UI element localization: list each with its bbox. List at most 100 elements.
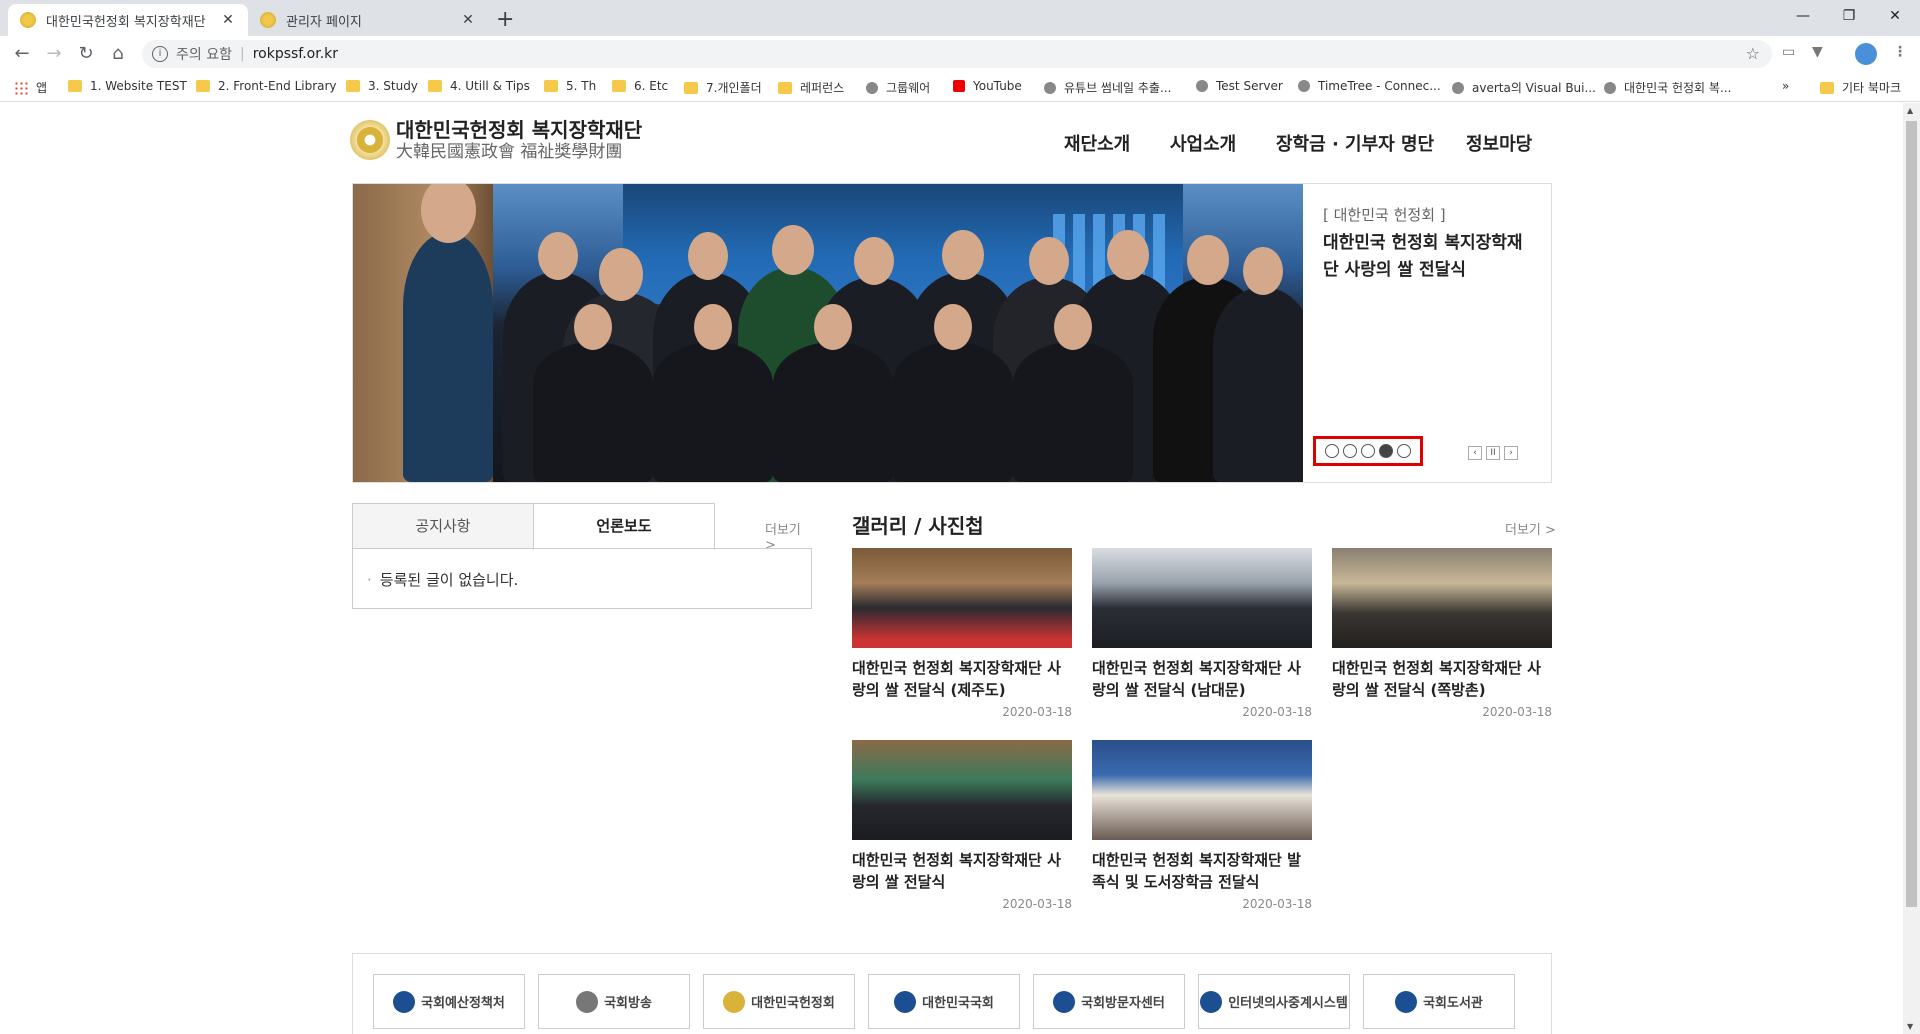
next-slide-icon[interactable]: ›: [1504, 446, 1518, 460]
gallery-thumbnail[interactable]: [1092, 548, 1312, 648]
gallery-thumbnail[interactable]: [852, 548, 1072, 648]
nav-item-projects[interactable]: 사업소개: [1170, 130, 1236, 156]
forward-arrow-icon[interactable]: →: [40, 42, 68, 66]
back-arrow-icon[interactable]: ←: [8, 42, 36, 66]
slide-dot-4[interactable]: [1379, 444, 1393, 458]
gallery-card[interactable]: 대한민국 헌정회 복지장학재단 사랑의 쌀 전달식 (남대문) 2020-03-1…: [1092, 548, 1312, 719]
gallery-item-title[interactable]: 대한민국 헌정회 복지장학재단 사랑의 쌀 전달식 (쪽방촌): [1332, 657, 1552, 701]
address-bar[interactable]: i 주의 요함 | rokpssf.or.kr ☆: [142, 40, 1772, 68]
slide-dot-2[interactable]: [1343, 444, 1357, 458]
extension-icon[interactable]: ▼: [1812, 44, 1823, 60]
nav-item-foundation[interactable]: 재단소개: [1064, 130, 1130, 156]
tab-close-icon[interactable]: ✕: [220, 12, 236, 28]
bookmark-item[interactable]: averta의 Visual Bui...: [1452, 79, 1596, 96]
gallery-card[interactable]: 대한민국 헌정회 복지장학재단 발족식 및 도서장학금 전달식 2020-03-1…: [1092, 740, 1312, 911]
bookmark-item[interactable]: 6. Etc: [612, 79, 668, 93]
cast-icon[interactable]: ▭: [1782, 44, 1795, 60]
gallery-item-title[interactable]: 대한민국 헌정회 복지장학재단 사랑의 쌀 전달식 (제주도): [852, 657, 1072, 701]
bookmark-item[interactable]: 기타 북마크: [1820, 79, 1901, 96]
bookmark-item[interactable]: 7.개인폴더: [684, 79, 762, 96]
bookmark-label: 기타 북마크: [1842, 81, 1902, 95]
bookmark-star-icon[interactable]: ☆: [1746, 44, 1760, 63]
hero-headline[interactable]: 대한민국 헌정회 복지장학재단 사랑의 쌀 전달식: [1323, 230, 1538, 284]
bookmark-item[interactable]: Test Server: [1196, 79, 1283, 93]
partner-logo[interactable]: 국회도서관: [1363, 974, 1515, 1029]
browser-tab-active[interactable]: 대한민국헌정회 복지장학재단 ✕: [8, 4, 248, 36]
bookmark-label: 1. Website TEST: [90, 79, 187, 93]
tab-notice[interactable]: 공지사항: [352, 503, 534, 549]
gallery-thumbnail[interactable]: [1092, 740, 1312, 840]
gallery-item-date: 2020-03-18: [1002, 705, 1072, 719]
apps-grid-icon: [14, 80, 28, 95]
page-scrollbar[interactable]: ▲ ▼: [1903, 103, 1920, 1034]
profile-avatar[interactable]: [1855, 43, 1877, 65]
prev-slide-icon[interactable]: ‹: [1468, 446, 1482, 460]
bookmark-item[interactable]: 2. Front-End Library: [196, 79, 337, 93]
gallery-card[interactable]: 대한민국 헌정회 복지장학재단 사랑의 쌀 전달식 (쪽방촌) 2020-03-1…: [1332, 548, 1552, 719]
browser-tab-admin[interactable]: 관리자 페이지 ✕: [248, 4, 488, 36]
scroll-down-icon[interactable]: ▼: [1907, 1022, 1913, 1031]
partner-logo[interactable]: 대한민국헌정회: [703, 974, 855, 1029]
minimize-button[interactable]: —: [1780, 4, 1826, 28]
bookmark-item[interactable]: 1. Website TEST: [68, 79, 187, 93]
gallery-thumbnail[interactable]: [852, 740, 1072, 840]
bookmark-item[interactable]: 대한민국 헌정회 복...: [1604, 79, 1731, 96]
slide-dot-1[interactable]: [1325, 444, 1339, 458]
empty-text: 등록된 글이 없습니다.: [379, 571, 519, 589]
bookmark-label: 앱: [36, 81, 48, 95]
gallery-thumbnail[interactable]: [1332, 548, 1552, 648]
gallery-card[interactable]: 대한민국 헌정회 복지장학재단 사랑의 쌀 전달식 2020-03-18: [852, 740, 1072, 911]
slide-dot-3[interactable]: [1361, 444, 1375, 458]
bookmark-item[interactable]: 5. Th: [544, 79, 596, 93]
restore-button[interactable]: ❐: [1826, 4, 1872, 28]
bookmarks-bar: 앱 1. Website TEST 2. Front-End Library 3. S…: [0, 72, 1920, 102]
partner-logo[interactable]: 국회방문자센터: [1033, 974, 1185, 1029]
window-close-button[interactable]: ✕: [1872, 4, 1918, 28]
bookmark-item[interactable]: YouTube: [953, 79, 1022, 93]
tab-close-icon[interactable]: ✕: [460, 12, 476, 28]
menu-kebab-icon[interactable]: ⋮: [1893, 44, 1907, 60]
partner-logo[interactable]: 국회예산정책처: [373, 974, 525, 1029]
bookmark-item[interactable]: 레퍼런스: [778, 79, 844, 96]
nav-item-info[interactable]: 정보마당: [1466, 130, 1532, 156]
bookmark-label: Test Server: [1216, 79, 1283, 93]
site-logo[interactable]: 대한민국헌정회 복지장학재단 大韓民國憲政會 福祉獎學財團: [350, 118, 642, 162]
reload-icon[interactable]: ↻: [72, 42, 100, 66]
bookmark-item[interactable]: 4. Utill & Tips: [428, 79, 530, 93]
home-icon[interactable]: ⌂: [104, 42, 132, 66]
url-text[interactable]: rokpssf.or.kr: [253, 46, 338, 62]
pause-slide-icon[interactable]: II: [1486, 446, 1500, 460]
partner-name: 국회도서관: [1423, 996, 1483, 1011]
bookmark-label: 6. Etc: [634, 79, 669, 93]
hero-photo[interactable]: [353, 184, 1303, 482]
notice-board: 공지사항 언론보도 더보기 > · 등록된 글이 없습니다.: [352, 503, 812, 609]
gallery-item-date: 2020-03-18: [1242, 705, 1312, 719]
site-favicon-icon: [866, 81, 878, 94]
partner-logo[interactable]: 국회방송: [538, 974, 690, 1029]
gallery-card[interactable]: 대한민국 헌정회 복지장학재단 사랑의 쌀 전달식 (제주도) 2020-03-1…: [852, 548, 1072, 719]
partner-logo[interactable]: 대한민국국회: [868, 974, 1020, 1029]
gallery-item-title[interactable]: 대한민국 헌정회 복지장학재단 사랑의 쌀 전달식: [852, 849, 1072, 893]
gallery-more-link[interactable]: 더보기 >: [1505, 519, 1556, 538]
scroll-up-icon[interactable]: ▲: [1907, 106, 1913, 115]
scrollbar-thumb[interactable]: [1906, 121, 1917, 907]
youtube-icon: [953, 80, 965, 92]
new-tab-button[interactable]: +: [496, 6, 514, 34]
bookmark-item[interactable]: TimeTree - Connec...: [1298, 79, 1441, 93]
bookmark-item[interactable]: 3. Study: [346, 79, 418, 93]
photo-person-head: [1243, 247, 1283, 295]
tab-press[interactable]: 언론보도: [533, 503, 715, 550]
photo-person-head: [1107, 230, 1149, 281]
bookmark-item[interactable]: »: [1782, 79, 1789, 93]
partner-logo[interactable]: 인터넷의사중계시스템: [1198, 974, 1350, 1029]
info-icon[interactable]: i: [152, 46, 168, 62]
nav-item-scholarship[interactable]: 장학금 · 기부자 명단: [1276, 130, 1434, 156]
bookmark-item[interactable]: 앱: [14, 79, 47, 96]
site-favicon-icon: [1298, 80, 1310, 92]
bookmark-item[interactable]: 유튜브 썸네일 추출...: [1044, 79, 1171, 96]
address-separator: |: [239, 46, 245, 62]
gallery-item-title[interactable]: 대한민국 헌정회 복지장학재단 사랑의 쌀 전달식 (남대문): [1092, 657, 1312, 701]
gallery-item-title[interactable]: 대한민국 헌정회 복지장학재단 발족식 및 도서장학금 전달식: [1092, 849, 1312, 893]
slide-dot-5[interactable]: [1397, 444, 1411, 458]
bookmark-item[interactable]: 그룹웨어: [866, 79, 930, 96]
